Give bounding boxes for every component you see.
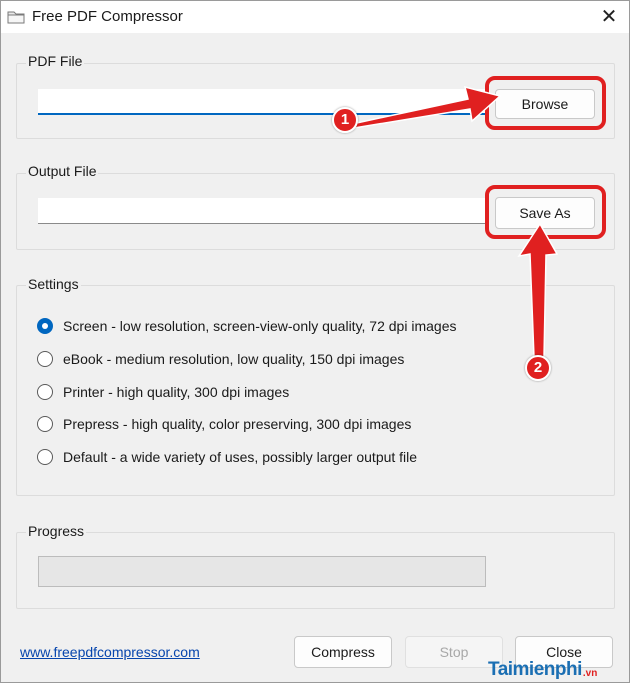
arrow-icon	[350, 85, 559, 358]
step-badge-2: 2	[525, 355, 551, 381]
step-badge-1: 1	[332, 107, 358, 133]
watermark: Taimienphi .vn	[488, 641, 597, 681]
watermark-suffix: .vn	[582, 668, 598, 679]
watermark-text: Taimienphi	[488, 659, 582, 680]
